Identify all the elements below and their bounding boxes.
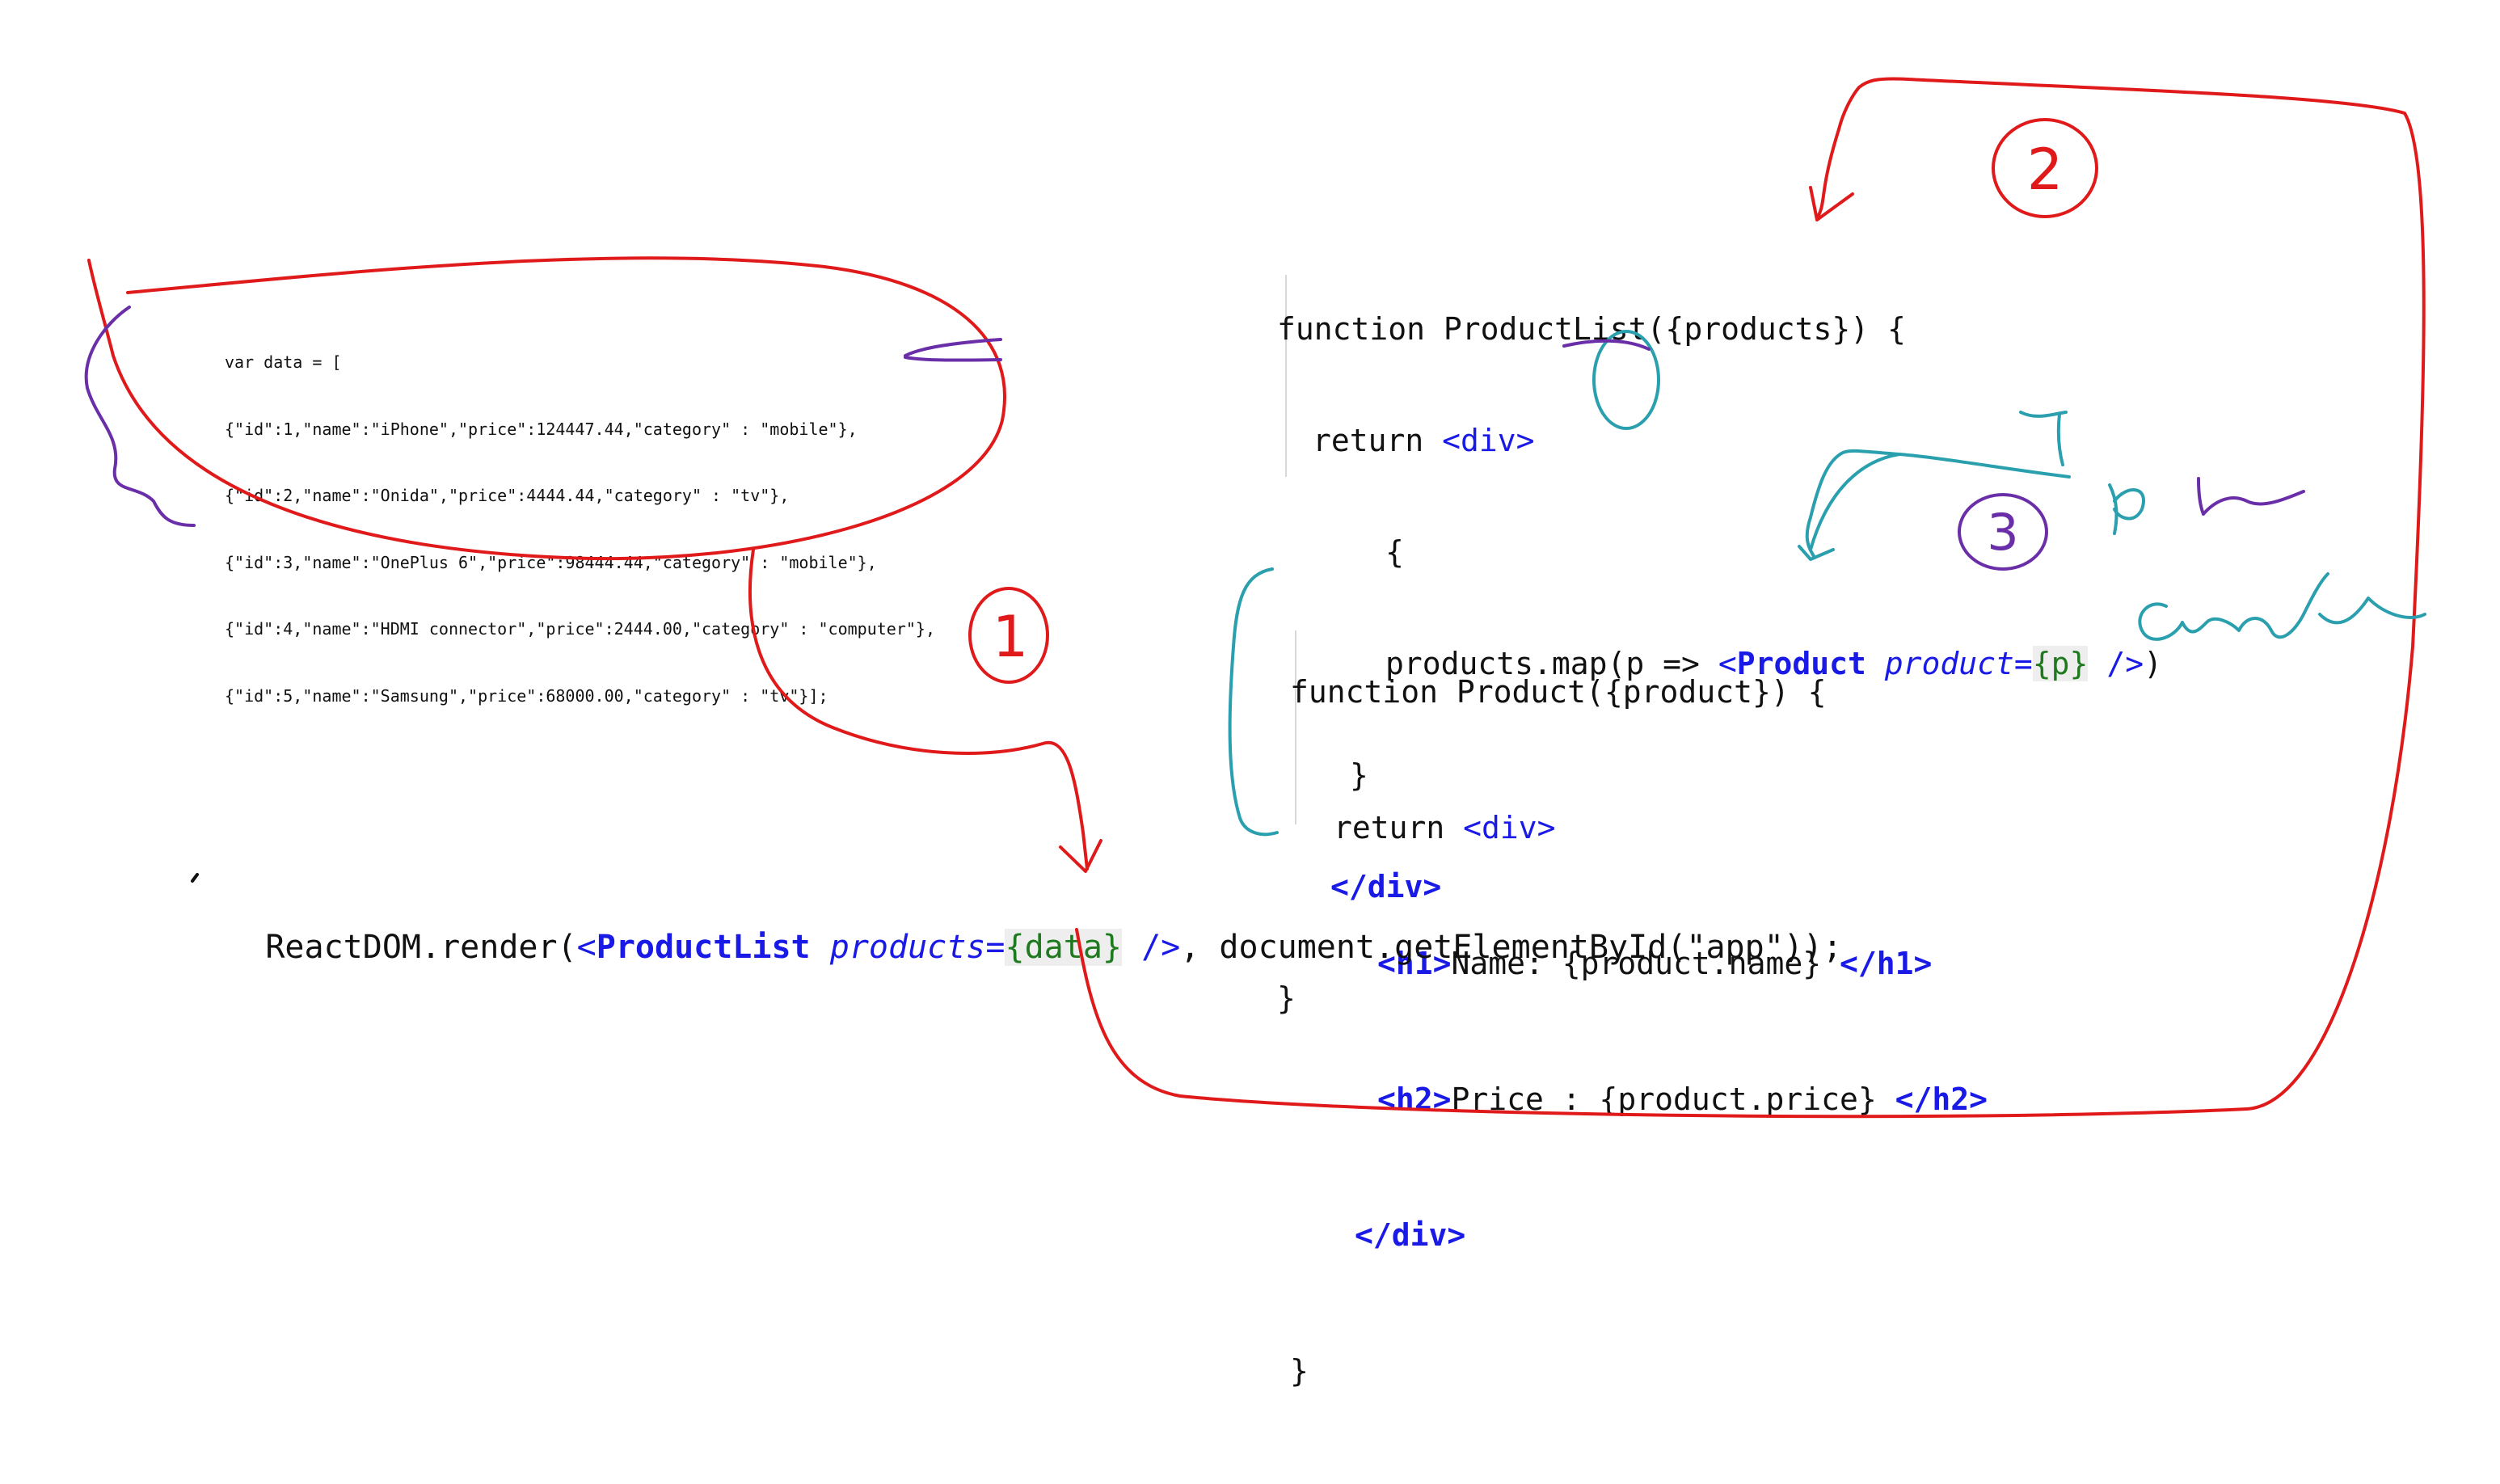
fn-signature: function ProductList({products}) {: [1277, 311, 1906, 347]
jsx-expression: {data}: [1005, 929, 1122, 966]
return-keyword: return: [1334, 810, 1464, 845]
step-2-label: 2: [2027, 137, 2064, 203]
jsx-equals: =: [2013, 646, 2033, 681]
jsx-tag: </div>: [1355, 1217, 1466, 1253]
data-line: {"id":5,"name":"Samsung","price":68000.0…: [225, 685, 828, 706]
code-line: {: [1277, 533, 2162, 571]
data-array-code: var data = [ {"id":1,"name":"iPhone","pr…: [225, 307, 935, 752]
jsx-tag: </h1>: [1839, 946, 1933, 981]
data-line: {"id":4,"name":"HDMI connector","price":…: [225, 619, 935, 639]
teal-bracket-product: [1228, 567, 1279, 837]
data-line: {"id":3,"name":"OnePlus 6","price":98444…: [225, 552, 877, 572]
fn-signature: function Product({product}) {: [1290, 674, 1827, 710]
data-line: {"id":2,"name":"Onida","price":4444.44,"…: [225, 486, 790, 505]
jsx-bracket: <: [576, 929, 597, 966]
render-code-line: ReactDOM.render(<ProductList products={d…: [188, 879, 1842, 1015]
data-line: var data = [: [225, 352, 342, 372]
purple-bracket-squiggle: [84, 306, 196, 527]
paren: ): [2144, 646, 2162, 681]
code-line: return <div>: [1290, 805, 1988, 850]
code-line: function ProductList({products}) {: [1277, 310, 2162, 348]
jsx-attribute: products: [829, 929, 986, 966]
jsx-tag: <h2>: [1377, 1081, 1452, 1117]
jsx-self-close: />: [1121, 929, 1181, 966]
jsx-self-close: />: [2088, 646, 2144, 681]
render-args: , document.getElementById("app"));: [1180, 929, 1843, 966]
jsx-expression: {p}: [2032, 646, 2089, 681]
step-2-circle: [1992, 118, 2098, 218]
code-line: </div>: [1290, 1212, 1988, 1258]
code-line: return <div>: [1277, 422, 2162, 459]
jsx-tag: </h2>: [1895, 1081, 1988, 1117]
render-call: ReactDOM.render(: [265, 929, 577, 966]
handwritten-scribble-2: [2197, 477, 2305, 516]
code-line: }: [1290, 1348, 1988, 1393]
code-line: function Product({product}) {: [1290, 669, 1988, 715]
step-1-label: 1: [993, 604, 1029, 670]
jsx-tag: <div>: [1463, 810, 1556, 845]
brace: {: [1385, 534, 1404, 570]
brace: }: [1290, 1353, 1309, 1389]
data-line: {"id":1,"name":"iPhone","price":124447.4…: [225, 419, 858, 439]
red-arrowhead-1: [1059, 839, 1102, 873]
h2-content: Price : {product.price}: [1451, 1081, 1895, 1117]
handwritten-scribble-3: [2138, 572, 2426, 641]
whiteboard-canvas: var data = [ {"id":1,"name":"iPhone","pr…: [0, 0, 2500, 1389]
red-arrowhead-2: [1809, 186, 1854, 221]
jsx-component-name: ProductList: [596, 929, 811, 966]
jsx-equals: =: [985, 929, 1005, 966]
step-1-circle: [968, 587, 1049, 684]
product-code: function Product({product}) { return <di…: [1290, 579, 1988, 1484]
code-line: <h2>Price : {product.price} </h2>: [1290, 1077, 1988, 1122]
jsx-tag: <div>: [1442, 423, 1535, 458]
return-keyword: return: [1313, 423, 1443, 458]
